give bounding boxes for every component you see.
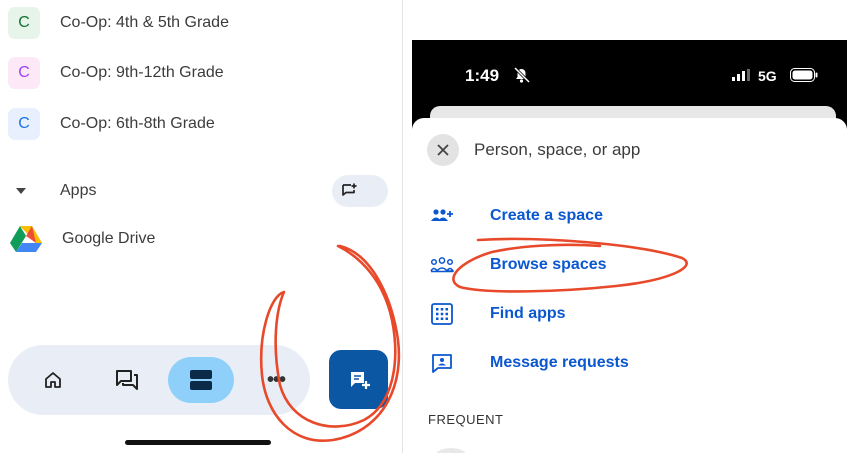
app-item-google-drive[interactable]: Google Drive	[10, 222, 155, 256]
menu-create-space[interactable]: Create a space	[427, 198, 837, 234]
space-item-9th-12th[interactable]: C Co-Op: 9th-12th Grade	[8, 56, 224, 90]
home-icon	[45, 372, 61, 388]
close-icon	[437, 144, 449, 156]
caret-down-icon	[16, 188, 26, 194]
nav-chat-button[interactable]	[104, 357, 150, 403]
network-type: 5G	[758, 68, 777, 84]
new-chat-fab[interactable]	[329, 350, 388, 409]
close-button[interactable]	[427, 134, 459, 166]
space-item-4th-5th[interactable]: C Co-Op: 4th & 5th Grade	[8, 6, 229, 40]
more-icon[interactable]: •••	[256, 357, 296, 403]
new-app-chat-button[interactable]	[332, 175, 388, 207]
menu-label: Browse spaces	[490, 256, 607, 273]
battery-icon	[790, 68, 818, 82]
menu-label: Find apps	[490, 305, 566, 322]
nav-spaces-button[interactable]	[168, 357, 234, 403]
space-label: Co-Op: 6th-8th Grade	[60, 115, 215, 132]
home-indicator	[125, 440, 271, 445]
spaces-icon	[190, 370, 212, 390]
message-requests-icon	[427, 350, 457, 376]
signal-icon	[732, 69, 750, 81]
browse-spaces-icon	[427, 252, 457, 278]
google-drive-icon	[10, 226, 42, 252]
menu-label: Message requests	[490, 354, 629, 371]
search-input[interactable]	[474, 136, 814, 164]
menu-browse-spaces[interactable]: Browse spaces	[427, 247, 837, 283]
menu-message-requests[interactable]: Message requests	[427, 345, 837, 381]
new-chat-icon	[350, 371, 370, 389]
space-avatar: C	[8, 57, 40, 89]
frequent-section-label: FREQUENT	[428, 412, 504, 427]
bottom-navigation: •••	[8, 345, 310, 415]
space-avatar: C	[8, 7, 40, 39]
status-time: 1:49	[465, 66, 500, 85]
menu-label: Create a space	[490, 207, 603, 224]
create-space-icon	[427, 203, 457, 229]
space-label: Co-Op: 4th & 5th Grade	[60, 14, 229, 31]
chat-icon	[116, 370, 138, 390]
phone-screen: 1:49 5G Person, space, or app Create a s…	[412, 40, 847, 453]
find-apps-icon	[427, 301, 457, 327]
space-label: Co-Op: 9th-12th Grade	[60, 64, 224, 81]
nav-home-button[interactable]	[30, 357, 76, 403]
frequent-contact-avatar[interactable]	[434, 448, 468, 453]
space-avatar: C	[8, 108, 40, 140]
new-chat-sheet: Create a space Browse spaces	[412, 118, 847, 453]
bell-off-icon	[513, 66, 531, 84]
apps-section-label: Apps	[60, 182, 97, 199]
panel-divider	[402, 0, 403, 453]
space-item-6th-8th[interactable]: C Co-Op: 6th-8th Grade	[8, 107, 215, 141]
menu-find-apps[interactable]: Find apps	[427, 296, 837, 332]
apps-section-toggle[interactable]: Apps	[16, 176, 96, 206]
chat-add-icon	[342, 183, 357, 196]
app-label: Google Drive	[62, 230, 156, 247]
chat-sidebar: C Co-Op: 4th & 5th Grade C Co-Op: 9th-12…	[0, 0, 402, 453]
